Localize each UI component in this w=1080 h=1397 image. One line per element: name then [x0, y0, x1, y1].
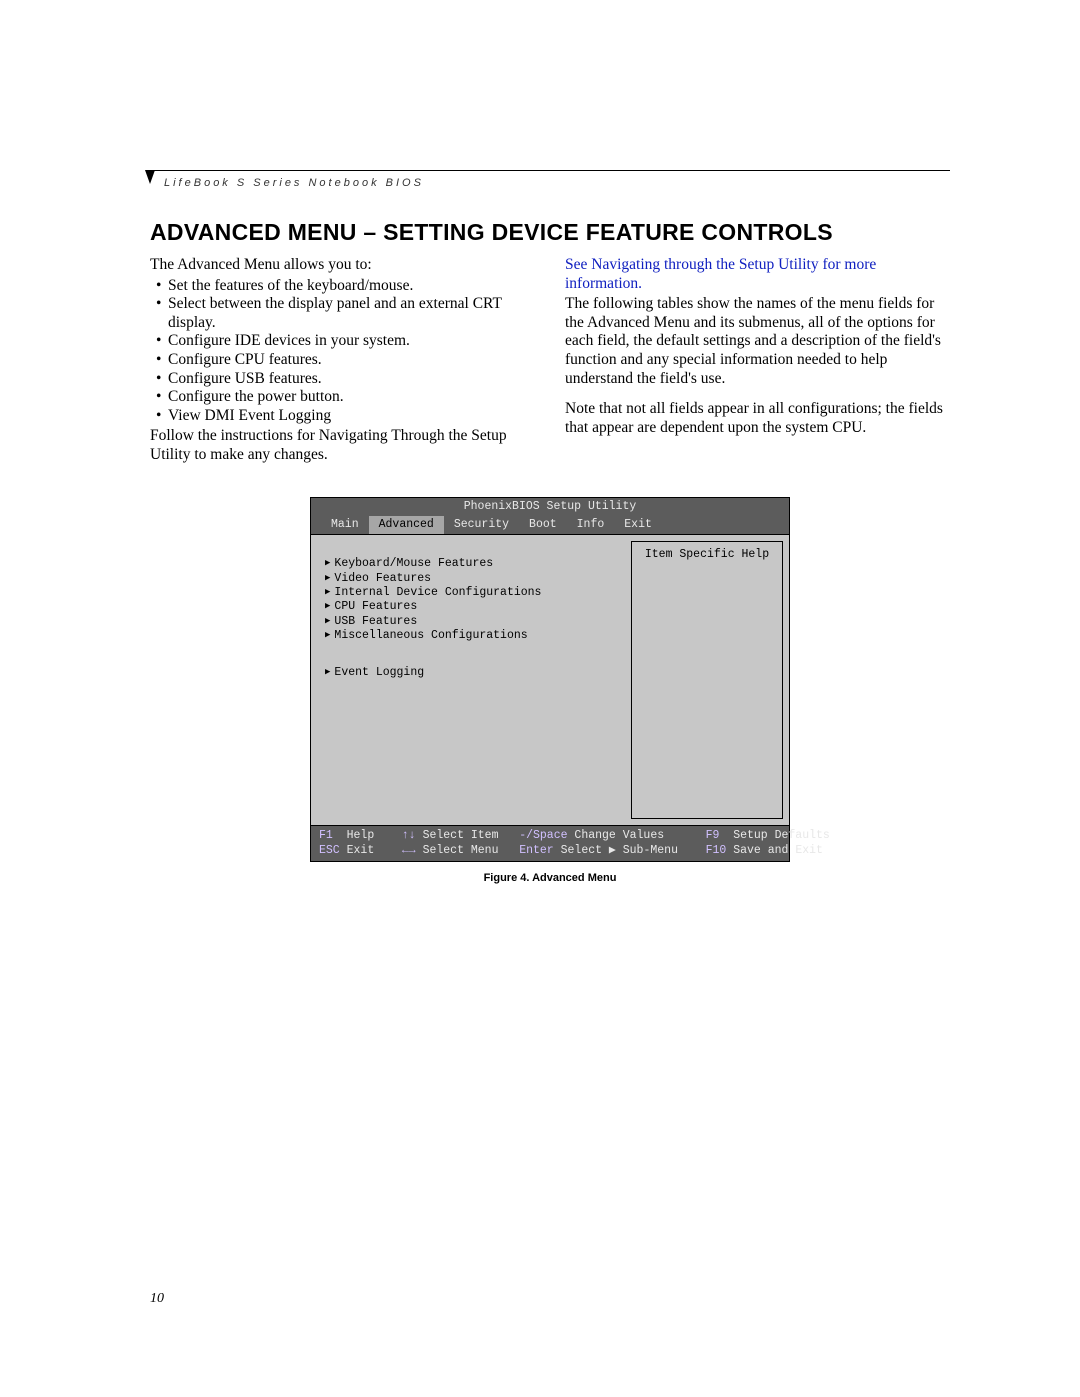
label-select-sub: Select ▶ Sub-Menu: [561, 844, 678, 857]
bios-menu: Keyboard/Mouse Features Video Features I…: [311, 535, 631, 825]
label-select-menu: Select Menu: [423, 844, 499, 857]
left-intro: The Advanced Menu allows you to:: [150, 256, 535, 275]
key-updown: ↑↓: [402, 829, 416, 842]
key-f9: F9: [706, 829, 720, 842]
bullet-item: Configure IDE devices in your system.: [168, 332, 535, 351]
key-minus-space: -/Space: [519, 829, 567, 842]
left-after: Follow the instructions for Navigating T…: [150, 427, 535, 464]
bullet-item: View DMI Event Logging: [168, 407, 535, 426]
page: LifeBook S Series Notebook BIOS ADVANCED…: [0, 0, 1080, 1397]
key-leftright: ←→: [402, 844, 416, 857]
bios-tab-exit: Exit: [614, 516, 662, 534]
key-f10: F10: [706, 844, 727, 857]
bullet-item: Configure the power button.: [168, 388, 535, 407]
bios-footer: F1 Help ↑↓ Select Item -/Space Change Va…: [311, 825, 789, 861]
bios-item: Internal Device Configurations: [325, 586, 621, 600]
label-exit: Exit: [347, 844, 375, 857]
label-save-exit: Save and Exit: [733, 844, 823, 857]
body-columns: The Advanced Menu allows you to: Set the…: [150, 256, 950, 467]
bullet-item: Set the features of the keyboard/mouse.: [168, 277, 535, 296]
bios-tab-boot: Boot: [519, 516, 567, 534]
left-bullet-list: Set the features of the keyboard/mouse. …: [150, 277, 535, 426]
header-marker-icon: [145, 170, 155, 184]
bullet-item: Select between the display panel and an …: [168, 295, 535, 332]
header-rule: [150, 170, 950, 171]
right-p2: Note that not all fields appear in all c…: [565, 400, 950, 437]
label-help: Help: [347, 829, 375, 842]
left-column: The Advanced Menu allows you to: Set the…: [150, 256, 535, 467]
bios-help-panel: Item Specific Help: [631, 541, 783, 819]
key-esc: ESC: [319, 844, 340, 857]
bios-tab-security: Security: [444, 516, 519, 534]
key-enter: Enter: [519, 844, 554, 857]
bios-item: USB Features: [325, 615, 621, 629]
cross-ref-link[interactable]: See Navigating through the Setup Utility…: [565, 256, 950, 293]
bios-help-title: Item Specific Help: [632, 548, 782, 562]
bullet-item: Configure CPU features.: [168, 351, 535, 370]
running-head: LifeBook S Series Notebook BIOS: [164, 177, 950, 189]
page-title: ADVANCED MENU – SETTING DEVICE FEATURE C…: [150, 219, 950, 246]
key-f1: F1: [319, 829, 333, 842]
bios-item: CPU Features: [325, 600, 621, 614]
label-select-item: Select Item: [423, 829, 499, 842]
bios-tab-advanced: Advanced: [369, 516, 444, 534]
bios-item: Event Logging: [325, 666, 621, 680]
figure-caption: Figure 4. Advanced Menu: [310, 872, 790, 884]
page-number: 10: [150, 1291, 164, 1307]
bios-tab-main: Main: [321, 516, 369, 534]
bios-title: PhoenixBIOS Setup Utility: [311, 498, 789, 516]
bullet-item: Configure USB features.: [168, 370, 535, 389]
bios-tabs: Main Advanced Security Boot Info Exit: [311, 516, 789, 534]
bios-item: Keyboard/Mouse Features: [325, 557, 621, 571]
bios-tab-info: Info: [567, 516, 615, 534]
bios-screen: PhoenixBIOS Setup Utility Main Advanced …: [310, 497, 790, 863]
label-setup-defaults: Setup Defaults: [733, 829, 830, 842]
right-p1: The following tables show the names of t…: [565, 295, 950, 388]
bios-item: Video Features: [325, 572, 621, 586]
label-change-values: Change Values: [574, 829, 664, 842]
bios-item: Miscellaneous Configurations: [325, 629, 621, 643]
bios-body: Keyboard/Mouse Features Video Features I…: [311, 534, 789, 825]
bios-figure: PhoenixBIOS Setup Utility Main Advanced …: [310, 497, 790, 885]
right-column: See Navigating through the Setup Utility…: [565, 256, 950, 467]
